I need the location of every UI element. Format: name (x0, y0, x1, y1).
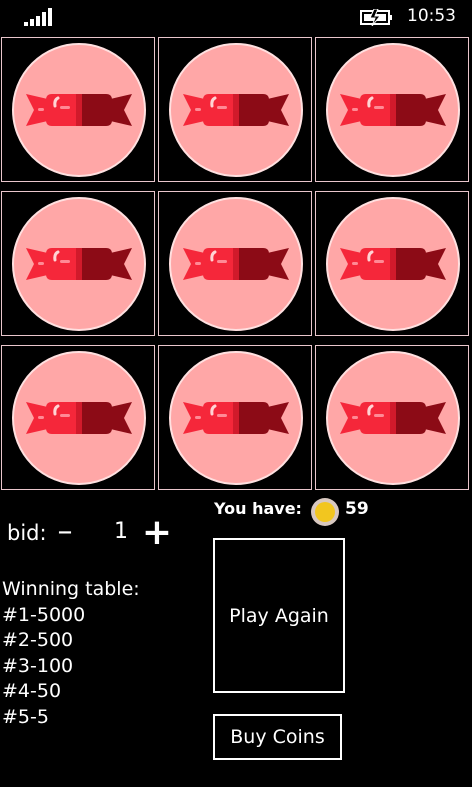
slot-cell[interactable] (1, 345, 155, 490)
status-bar: 10:53 (0, 0, 472, 34)
winning-table: Winning table: #1-5000 #2-500 #3-100 #4-… (2, 577, 140, 730)
you-have-label: You have: (214, 499, 302, 518)
buy-coins-button[interactable]: Buy Coins (213, 714, 342, 760)
candy-icon (26, 248, 132, 280)
winning-table-title: Winning table: (2, 578, 140, 600)
candy-icon (340, 402, 446, 434)
bid-label: bid: (7, 521, 47, 545)
clock: 10:53 (407, 6, 456, 26)
slot-cell[interactable] (315, 191, 469, 336)
slot-cell[interactable] (315, 345, 469, 490)
winning-table-row: #1-5000 (2, 603, 86, 626)
candy-icon (340, 248, 446, 280)
bid-value: 1 (114, 519, 128, 544)
slot-cell[interactable] (1, 37, 155, 182)
slot-cell[interactable] (158, 191, 312, 336)
winning-table-row: #4-50 (2, 680, 62, 702)
winning-table-row: #5-5 (2, 705, 49, 728)
coin-icon (311, 498, 339, 526)
coin-count: 59 (345, 499, 369, 519)
signal-strength-icon (24, 8, 52, 26)
candy-icon (26, 402, 132, 434)
slot-cell[interactable] (158, 37, 312, 182)
candy-icon (183, 94, 289, 126)
winning-table-row: #2-500 (2, 629, 74, 651)
slot-cell[interactable] (1, 191, 155, 336)
slot-cell[interactable] (315, 37, 469, 182)
decrease-bid-button[interactable]: – (52, 514, 78, 550)
increase-bid-button[interactable]: + (140, 515, 174, 551)
candy-icon (183, 402, 289, 434)
battery-charging-icon (360, 9, 392, 26)
winning-table-row: #3-100 (2, 654, 74, 677)
slot-cell[interactable] (158, 345, 312, 490)
candy-icon (183, 248, 289, 280)
play-again-button[interactable]: Play Again (213, 538, 345, 693)
candy-icon (26, 94, 132, 126)
candy-icon (340, 94, 446, 126)
